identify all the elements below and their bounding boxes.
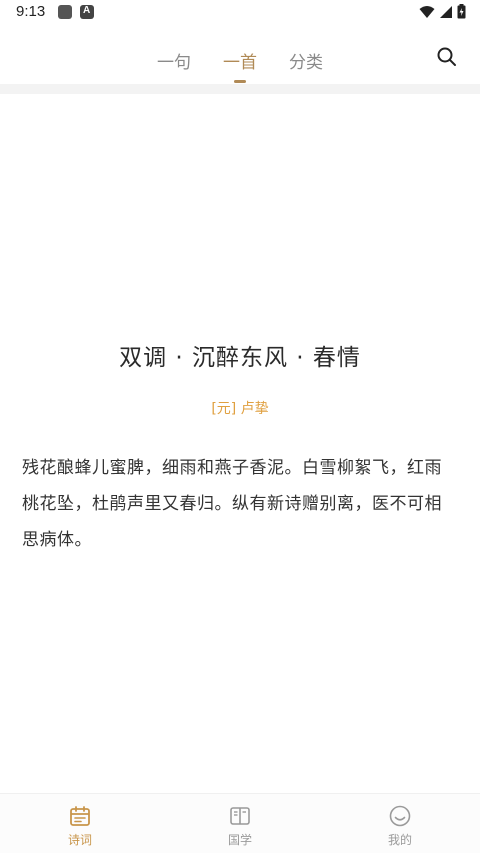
search-icon[interactable] <box>436 46 458 68</box>
poem-title: 双调 · 沉醉东风 · 春情 <box>119 345 361 371</box>
nav-item-mine[interactable]: 我的 <box>320 794 480 853</box>
signal-icon <box>440 5 452 18</box>
tab-sentence[interactable]: 一句 <box>151 46 197 75</box>
book-icon <box>230 807 250 825</box>
smiley-icon <box>389 805 411 827</box>
notification-app-icon <box>58 5 72 19</box>
bottom-nav: 诗词 国学 我的 <box>0 793 480 853</box>
tab-poem[interactable]: 一首 <box>217 46 263 83</box>
status-bar: 9:13 <box>0 0 480 26</box>
header-divider <box>0 84 480 94</box>
top-tabs: 一句 一首 分类 <box>0 46 480 83</box>
status-indicators <box>419 4 466 19</box>
battery-icon <box>457 4 466 19</box>
calendar-icon <box>70 806 90 826</box>
poem-body: 残花酿蜂儿蜜脾，细雨和燕子香泥。白雪柳絮飞，红雨桃花坠，杜鹃声里又春归。纵有新诗… <box>22 458 442 550</box>
notification-a-icon <box>80 5 94 19</box>
nav-label-poetry: 诗词 <box>67 833 92 847</box>
nav-item-classics[interactable]: 国学 <box>160 794 320 853</box>
nav-label-mine: 我的 <box>387 833 412 847</box>
status-time: 9:13 <box>16 3 46 20</box>
top-bar: 一句 一首 分类 <box>0 26 480 84</box>
poem-author[interactable]: [元] 卢挚 <box>0 398 480 418</box>
tab-category[interactable]: 分类 <box>283 46 329 75</box>
nav-label-classics: 国学 <box>227 833 252 847</box>
nav-item-poetry[interactable]: 诗词 <box>0 794 160 853</box>
wifi-icon <box>419 5 435 18</box>
